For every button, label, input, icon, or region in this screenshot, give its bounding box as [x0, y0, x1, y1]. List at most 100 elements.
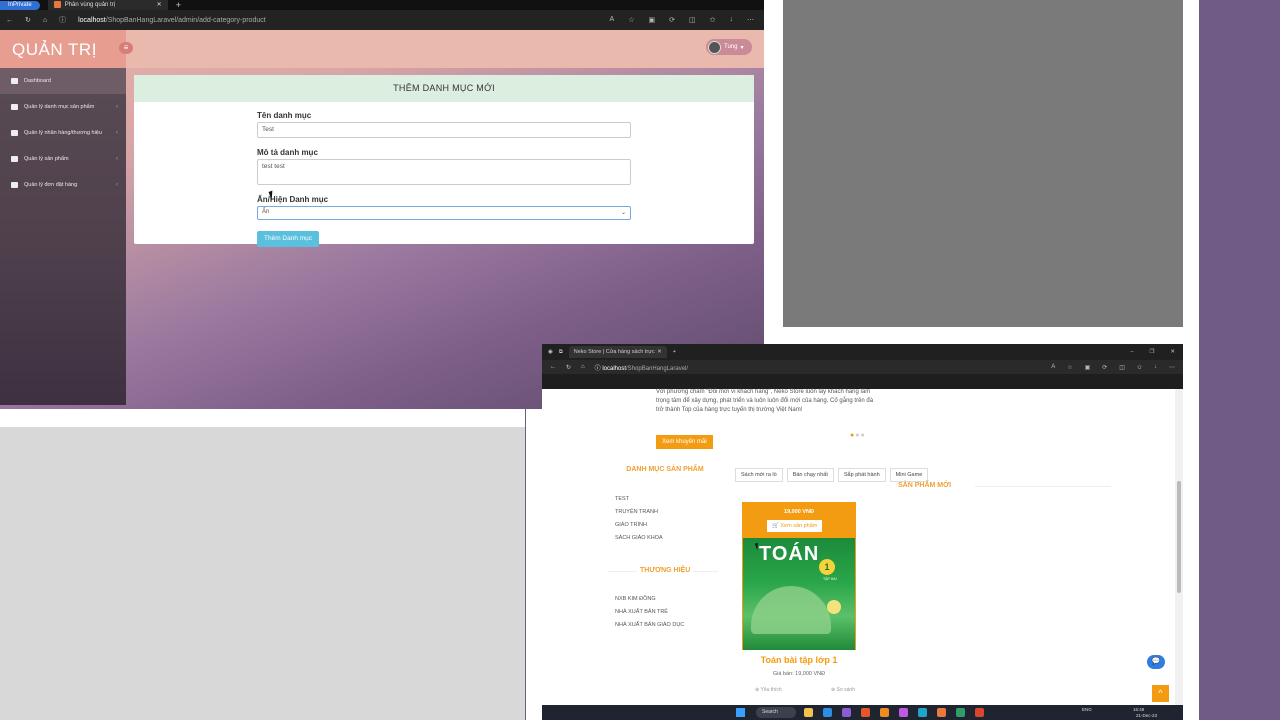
admin-url-field[interactable]: localhost/ShopBanHangLaravel/admin/add-c…: [78, 17, 266, 24]
sidebar-item-brands[interactable]: Quản lý nhãn hàng/thương hiệu ‹: [0, 120, 126, 146]
brand-title: THƯƠNG HIỆU: [637, 567, 694, 574]
sidebar-item-categories[interactable]: Quản lý danh mục sản phẩm ‹: [0, 94, 126, 120]
view-product-button[interactable]: 🛒 Xem sản phẩm: [767, 520, 823, 532]
download-icon[interactable]: ↓: [1154, 364, 1157, 371]
store-url-field[interactable]: ⓘ localhost/ShopBanHangLaravel/: [595, 363, 688, 372]
windows-taskbar: Search ENG 16:49 21-Dec-23: [542, 705, 1183, 720]
sidebar-item-products[interactable]: Quản lý sản phẩm ‹: [0, 146, 126, 172]
url-host: localhost: [78, 16, 106, 24]
app-icon[interactable]: [937, 708, 946, 717]
minimize-icon[interactable]: –: [1130, 349, 1133, 355]
chat-button[interactable]: 💬: [1147, 655, 1165, 669]
profile-icon[interactable]: ◉: [548, 349, 553, 355]
favorites-icon[interactable]: ✩: [1137, 364, 1142, 371]
chevron-left-icon: ‹: [116, 156, 118, 162]
tab-close-icon[interactable]: ✕: [157, 0, 162, 10]
store-page: Với phương châm "Đổi mới vì khách hàng",…: [542, 389, 1178, 705]
category-description-textarea[interactable]: test test: [257, 159, 631, 185]
category-item[interactable]: SÁCH GIÁO KHOA: [615, 532, 663, 545]
edge-icon[interactable]: [918, 708, 927, 717]
tab-best-sellers[interactable]: Bán chạy nhất: [786, 468, 834, 482]
product-image[interactable]: TOÁN 1 TẬP HAI: [743, 538, 855, 650]
back-icon[interactable]: ←: [550, 364, 556, 370]
favorites-icon[interactable]: ✩: [710, 16, 716, 24]
chrome-icon[interactable]: [975, 708, 984, 717]
new-tab-button[interactable]: +: [673, 349, 676, 355]
cover-number: 1: [819, 559, 835, 575]
sidebar-item-label: Quản lý đơn đặt hàng: [24, 182, 78, 188]
product-name[interactable]: Toán bài tập lớp 1: [742, 655, 856, 665]
refresh-ext-icon[interactable]: ⟳: [669, 16, 675, 24]
compare-link[interactable]: ⊕ So sánh: [831, 687, 855, 693]
read-aloud-icon[interactable]: A: [610, 16, 615, 24]
read-aloud-icon[interactable]: A: [1051, 364, 1055, 371]
extension-icon[interactable]: ▣: [1085, 364, 1091, 371]
admin-browser-tab[interactable]: Phân vùng quản trị ✕: [47, 0, 168, 10]
tab-coming-soon[interactable]: Sắp phát hành: [837, 468, 886, 482]
scroll-top-button[interactable]: ^: [1152, 685, 1169, 702]
admin-tab-bar: InPrivate Phân vùng quản trị ✕ +: [0, 0, 764, 10]
vscode-icon[interactable]: [823, 708, 832, 717]
favorite-star-icon[interactable]: ☆: [628, 16, 634, 24]
refresh-icon[interactable]: ↻: [566, 364, 571, 371]
add-category-button[interactable]: Thêm Danh mục: [257, 231, 320, 247]
system-tray[interactable]: ENG 16:49 21-Dec-23: [1082, 707, 1157, 718]
product-tabs: Sách mới ra lò Bán chạy nhất Sắp phát hà…: [735, 468, 929, 482]
compare-label: So sánh: [836, 687, 855, 693]
status-select[interactable]: Ẩn ⌄: [257, 206, 631, 220]
brand-item[interactable]: NHÀ XUẤT BẢN TRẺ: [615, 606, 684, 619]
menu-toggle-button[interactable]: ≡: [119, 42, 133, 54]
split-screen-icon[interactable]: ◫: [1119, 364, 1125, 371]
firefox-icon[interactable]: [880, 708, 889, 717]
home-icon[interactable]: ⌂: [581, 364, 585, 370]
promo-button[interactable]: Xem khuyến mãi: [656, 435, 713, 449]
split-screen-icon[interactable]: ◫: [689, 16, 696, 24]
refresh-ext-icon[interactable]: ⟳: [1102, 364, 1107, 371]
wishlist-label: Yêu thích: [760, 687, 782, 693]
scrollbar-thumb[interactable]: [1177, 481, 1181, 593]
tab-actions-icon[interactable]: ⧉: [559, 349, 563, 356]
close-window-icon[interactable]: ✕: [1170, 349, 1175, 355]
category-item[interactable]: GIÁO TRÌNH: [615, 519, 663, 532]
cart-icon: 🛒: [772, 523, 779, 529]
wishlist-link[interactable]: ⊕ Yêu thích: [755, 687, 782, 693]
product-card[interactable]: 19,000 VNĐ 🛒 Xem sản phẩm TOÁN 1 TẬP HAI: [742, 502, 856, 650]
brand-item[interactable]: NHÀ XUẤT BẢN GIÁO DỤC: [615, 619, 684, 632]
extension-icon[interactable]: ▣: [649, 16, 656, 24]
sidebar-item-dashboard[interactable]: Dashboard: [0, 68, 126, 94]
app-icon[interactable]: [956, 708, 965, 717]
category-name-input[interactable]: Test: [257, 122, 631, 138]
carousel-dots[interactable]: ●●●: [850, 432, 866, 439]
inprivate-badge[interactable]: InPrivate: [0, 0, 40, 10]
info-icon: ⓘ: [59, 17, 67, 24]
back-icon[interactable]: ←: [6, 17, 13, 24]
chevron-left-icon: ‹: [116, 130, 118, 136]
maximize-icon[interactable]: ❐: [1149, 349, 1154, 355]
book-icon: [11, 182, 18, 188]
admin-toolbar-icons: A ☆ ▣ ⟳ ◫ ✩ ↓ ⋯: [610, 16, 764, 24]
brand-item[interactable]: NXB KIM ĐỒNG: [615, 593, 684, 606]
tab-mini-game[interactable]: Mini Game: [889, 468, 929, 482]
start-icon[interactable]: [736, 708, 745, 717]
page-scrollbar[interactable]: [1175, 389, 1183, 705]
taskbar-search[interactable]: Search: [756, 707, 796, 718]
user-menu[interactable]: Tung ▾: [706, 39, 752, 55]
taskbar-apps: [804, 708, 984, 717]
refresh-icon[interactable]: ↻: [25, 16, 31, 24]
file-explorer-icon[interactable]: [804, 708, 813, 717]
category-item[interactable]: TEST: [615, 493, 663, 506]
new-tab-button[interactable]: +: [176, 0, 181, 10]
more-icon[interactable]: ⋯: [747, 16, 754, 24]
more-icon[interactable]: ⋯: [1169, 364, 1175, 371]
tab-close-icon[interactable]: ✕: [657, 346, 662, 358]
home-icon[interactable]: ⌂: [43, 17, 47, 24]
tab-new-books[interactable]: Sách mới ra lò: [735, 468, 783, 482]
brave-icon[interactable]: [861, 708, 870, 717]
messenger-icon[interactable]: [899, 708, 908, 717]
store-browser-tab[interactable]: Neko Store | Cửa hàng sách trực ✕: [568, 346, 667, 358]
visual-studio-icon[interactable]: [842, 708, 851, 717]
category-item[interactable]: TRUYỆN TRANH: [615, 506, 663, 519]
sidebar-item-orders[interactable]: Quản lý đơn đặt hàng ‹: [0, 172, 126, 198]
favorite-star-icon[interactable]: ☆: [1067, 364, 1072, 371]
download-icon[interactable]: ↓: [730, 16, 734, 24]
